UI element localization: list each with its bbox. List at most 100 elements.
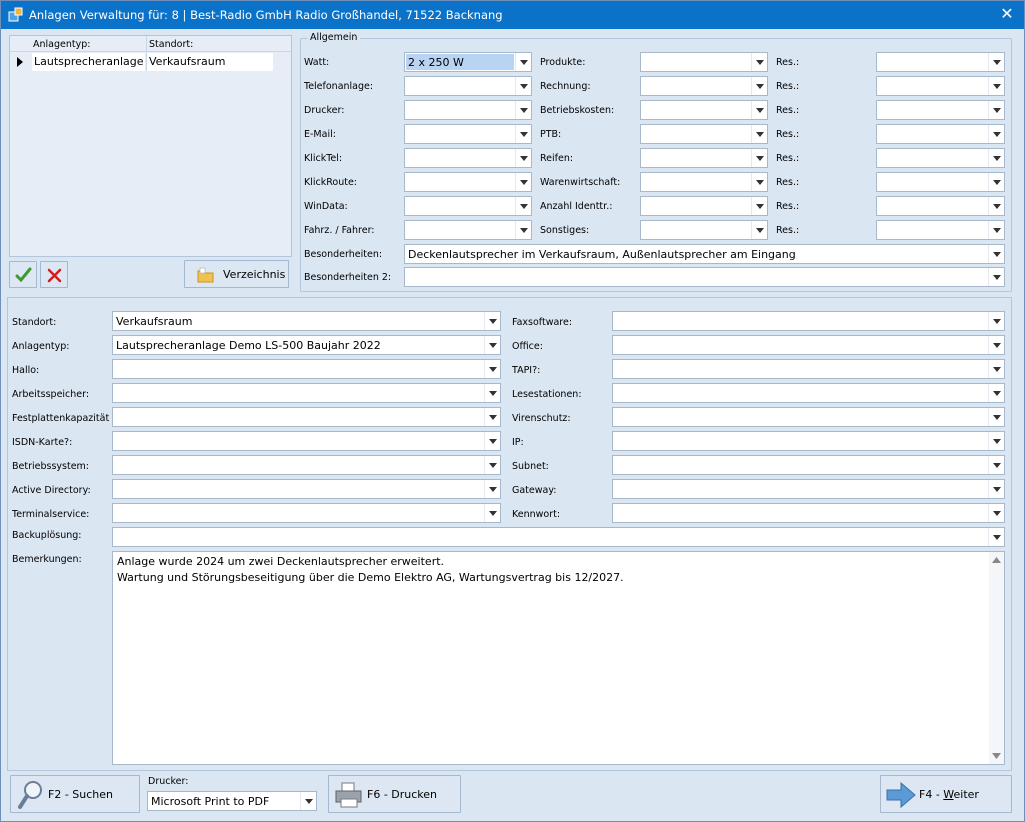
- res-combo[interactable]: [876, 196, 1005, 216]
- chevron-down-icon[interactable]: [988, 101, 1004, 119]
- chevron-down-icon[interactable]: [484, 384, 500, 402]
- chevron-down-icon[interactable]: [988, 268, 1004, 286]
- allgemein-combo[interactable]: [404, 196, 532, 216]
- res-combo[interactable]: [876, 220, 1005, 240]
- chevron-down-icon[interactable]: [988, 384, 1004, 402]
- table-row[interactable]: Lautsprecheranlage Verkaufsraum: [10, 53, 291, 71]
- chevron-down-icon[interactable]: [988, 53, 1004, 71]
- detail-combo[interactable]: [112, 479, 501, 499]
- chevron-down-icon[interactable]: [751, 125, 767, 143]
- res-combo[interactable]: [876, 100, 1005, 120]
- chevron-down-icon[interactable]: [988, 336, 1004, 354]
- res-combo[interactable]: [876, 76, 1005, 96]
- chevron-down-icon[interactable]: [484, 480, 500, 498]
- chevron-down-icon[interactable]: [751, 197, 767, 215]
- allgemein-combo[interactable]: [640, 172, 768, 192]
- allgemein-combo[interactable]: [404, 76, 532, 96]
- chevron-down-icon[interactable]: [484, 312, 500, 330]
- allgemein-combo[interactable]: [404, 220, 532, 240]
- detail-combo[interactable]: [612, 383, 1005, 403]
- chevron-down-icon[interactable]: [751, 77, 767, 95]
- verzeichnis-button[interactable]: Verzeichnis: [184, 260, 289, 288]
- chevron-down-icon[interactable]: [988, 528, 1004, 546]
- chevron-down-icon[interactable]: [515, 53, 531, 71]
- detail-combo[interactable]: [612, 407, 1005, 427]
- res-combo[interactable]: [876, 52, 1005, 72]
- detail-combo[interactable]: [612, 359, 1005, 379]
- chevron-down-icon[interactable]: [988, 312, 1004, 330]
- chevron-down-icon[interactable]: [515, 77, 531, 95]
- detail-combo[interactable]: [612, 335, 1005, 355]
- allgemein-combo[interactable]: [404, 148, 532, 168]
- detail-combo[interactable]: [612, 455, 1005, 475]
- allgemein-combo[interactable]: [640, 220, 768, 240]
- allgemein-combo[interactable]: [640, 124, 768, 144]
- detail-combo[interactable]: Lautsprecheranlage Demo LS-500 Baujahr 2…: [112, 335, 501, 355]
- chevron-down-icon[interactable]: [988, 125, 1004, 143]
- chevron-down-icon[interactable]: [515, 221, 531, 239]
- chevron-down-icon[interactable]: [751, 173, 767, 191]
- chevron-down-icon[interactable]: [751, 101, 767, 119]
- grid-header-anlagentyp[interactable]: Anlagentyp:: [33, 39, 90, 50]
- chevron-down-icon[interactable]: [515, 125, 531, 143]
- res-combo[interactable]: [876, 172, 1005, 192]
- drucker-select[interactable]: Microsoft Print to PDF: [147, 791, 317, 811]
- allgemein-combo[interactable]: [404, 124, 532, 144]
- chevron-down-icon[interactable]: [751, 53, 767, 71]
- detail-combo[interactable]: [112, 407, 501, 427]
- detail-combo[interactable]: [112, 503, 501, 523]
- chevron-down-icon[interactable]: [988, 360, 1004, 378]
- detail-combo[interactable]: [612, 503, 1005, 523]
- detail-combo[interactable]: [112, 383, 501, 403]
- chevron-down-icon[interactable]: [484, 504, 500, 522]
- chevron-down-icon[interactable]: [988, 221, 1004, 239]
- chevron-down-icon[interactable]: [484, 456, 500, 474]
- detail-combo[interactable]: [112, 431, 501, 451]
- chevron-down-icon[interactable]: [515, 149, 531, 167]
- weiter-button[interactable]: F4 - Weiter: [880, 775, 1012, 813]
- detail-combo[interactable]: [112, 359, 501, 379]
- chevron-down-icon[interactable]: [751, 221, 767, 239]
- allgemein-combo[interactable]: [640, 52, 768, 72]
- allgemein-combo[interactable]: [640, 76, 768, 96]
- chevron-down-icon[interactable]: [484, 408, 500, 426]
- allgemein-combo[interactable]: 2 x 250 W: [404, 52, 532, 72]
- chevron-down-icon[interactable]: [988, 77, 1004, 95]
- scroll-up-icon[interactable]: [992, 557, 1001, 563]
- besonderheiten2-combo[interactable]: [404, 267, 1005, 287]
- allgemein-combo[interactable]: [640, 196, 768, 216]
- chevron-down-icon[interactable]: [988, 432, 1004, 450]
- chevron-down-icon[interactable]: [484, 360, 500, 378]
- chevron-down-icon[interactable]: [988, 480, 1004, 498]
- scroll-down-icon[interactable]: [992, 753, 1001, 759]
- chevron-down-icon[interactable]: [515, 173, 531, 191]
- detail-combo[interactable]: [612, 431, 1005, 451]
- chevron-down-icon[interactable]: [988, 149, 1004, 167]
- allgemein-combo[interactable]: [640, 148, 768, 168]
- print-button[interactable]: F6 - Drucken: [328, 775, 461, 813]
- save-button[interactable]: [9, 261, 37, 288]
- chevron-down-icon[interactable]: [988, 197, 1004, 215]
- chevron-down-icon[interactable]: [300, 792, 316, 810]
- chevron-down-icon[interactable]: [988, 173, 1004, 191]
- chevron-down-icon[interactable]: [515, 197, 531, 215]
- res-combo[interactable]: [876, 148, 1005, 168]
- res-combo[interactable]: [876, 124, 1005, 144]
- detail-combo[interactable]: Verkaufsraum: [112, 311, 501, 331]
- chevron-down-icon[interactable]: [988, 245, 1004, 263]
- detail-combo[interactable]: [112, 455, 501, 475]
- search-button[interactable]: F2 - Suchen: [10, 775, 140, 813]
- chevron-down-icon[interactable]: [751, 149, 767, 167]
- chevron-down-icon[interactable]: [515, 101, 531, 119]
- chevron-down-icon[interactable]: [484, 336, 500, 354]
- detail-combo[interactable]: [612, 479, 1005, 499]
- allgemein-combo[interactable]: [640, 100, 768, 120]
- grid-header-standort[interactable]: Standort:: [149, 39, 193, 50]
- chevron-down-icon[interactable]: [484, 432, 500, 450]
- chevron-down-icon[interactable]: [988, 504, 1004, 522]
- besonderheiten-combo[interactable]: Deckenlautsprecher im Verkaufsraum, Auße…: [404, 244, 1005, 264]
- memo-scrollbar[interactable]: [989, 552, 1004, 764]
- bemerkungen-memo[interactable]: Anlage wurde 2024 um zwei Deckenlautspre…: [112, 551, 1005, 765]
- delete-button[interactable]: [40, 261, 68, 288]
- detail-combo[interactable]: [612, 311, 1005, 331]
